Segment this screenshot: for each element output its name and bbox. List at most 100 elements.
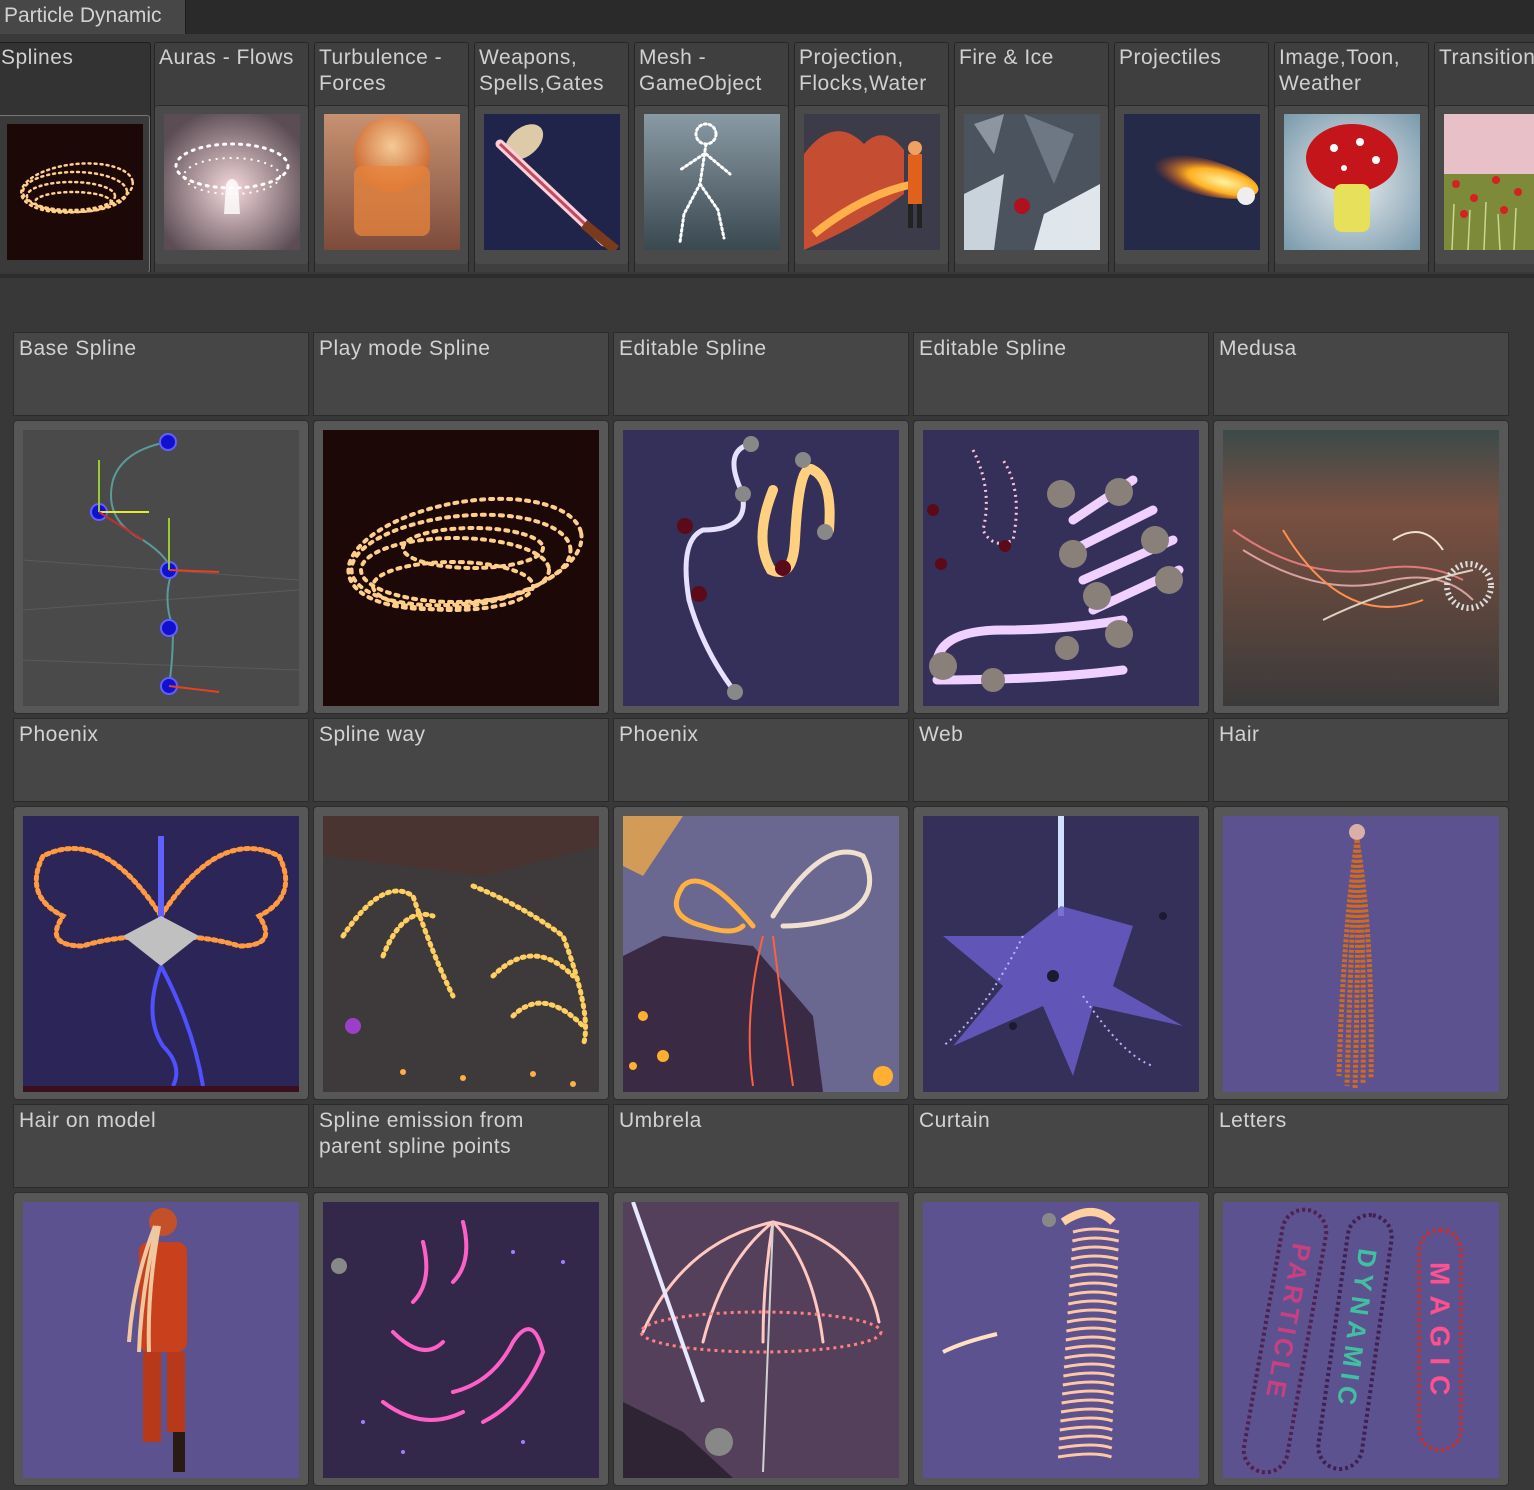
window-tab-particle-dynamic[interactable]: Particle Dynamic bbox=[0, 0, 186, 34]
category-thumbnail-frame bbox=[635, 105, 788, 264]
effect-preview-frame bbox=[913, 1192, 1209, 1486]
category-label: Mesh - GameObject bbox=[639, 46, 762, 95]
medusa-preview bbox=[1223, 430, 1499, 706]
base-spline-preview bbox=[23, 430, 299, 706]
fireball-thumbnail bbox=[1124, 114, 1260, 250]
aura-ring-thumbnail bbox=[164, 114, 300, 250]
effect-curtain[interactable]: Curtain bbox=[913, 1104, 1209, 1490]
flower-field-thumbnail bbox=[1444, 114, 1534, 250]
effect-label: Spline way bbox=[313, 718, 609, 802]
category-label: Projection, Flocks,Water bbox=[799, 46, 927, 95]
ice-shards-thumbnail bbox=[964, 114, 1100, 250]
effect-label: Base Spline bbox=[13, 332, 309, 416]
effect-hair[interactable]: Hair bbox=[1213, 718, 1509, 1104]
effect-preview-frame bbox=[13, 1192, 309, 1486]
category-tab-auras-flows[interactable]: Auras - Flows bbox=[154, 42, 309, 272]
category-thumbnail-frame bbox=[1435, 105, 1534, 264]
effect-preview-frame bbox=[313, 806, 609, 1100]
category-thumbnail-frame bbox=[955, 105, 1108, 264]
effect-preview-frame bbox=[613, 420, 909, 714]
category-label: Projectiles bbox=[1119, 46, 1222, 69]
category-label: Fire & Ice bbox=[959, 46, 1054, 69]
category-toolbar: Splines Auras - Flows Turbulence - Force… bbox=[0, 34, 1534, 272]
effect-label: Play mode Spline bbox=[313, 332, 609, 416]
glowing-sword-thumbnail bbox=[484, 114, 620, 250]
category-thumbnail-frame bbox=[0, 115, 150, 272]
effect-preview-frame bbox=[313, 420, 609, 714]
effect-label: Spline emission from parent spline point… bbox=[313, 1104, 609, 1188]
effect-preview-frame bbox=[1213, 420, 1509, 714]
effect-editable-spline-2[interactable]: Editable Spline bbox=[913, 332, 1209, 718]
category-label: Image,Toon, Weather bbox=[1279, 46, 1401, 95]
window-tab-bar: Particle Dynamic bbox=[0, 0, 1534, 35]
effect-hair-on-model[interactable]: Hair on model bbox=[13, 1104, 309, 1490]
fire-figure-thumbnail bbox=[804, 114, 940, 250]
effect-label: Curtain bbox=[913, 1104, 1209, 1188]
category-thumbnail-frame bbox=[1115, 105, 1268, 264]
category-label: Weapons, Spells,Gates bbox=[479, 46, 605, 95]
effect-letters[interactable]: Letters PARTICLE DYNAMIC MAGIC bbox=[1213, 1104, 1509, 1490]
turbulence-dome-thumbnail bbox=[324, 114, 460, 250]
effect-label: Web bbox=[913, 718, 1209, 802]
effect-base-spline[interactable]: Base Spline bbox=[13, 332, 309, 718]
effect-preview-frame bbox=[13, 806, 309, 1100]
editable-spline-2-preview bbox=[923, 430, 1199, 706]
effect-label: Hair on model bbox=[13, 1104, 309, 1188]
effect-medusa[interactable]: Medusa bbox=[1213, 332, 1509, 718]
curtain-preview bbox=[923, 1202, 1199, 1478]
spline-way-preview bbox=[323, 816, 599, 1092]
effect-phoenix-1[interactable]: Phoenix bbox=[13, 718, 309, 1104]
effect-label: Umbrela bbox=[613, 1104, 909, 1188]
effect-preview-frame bbox=[613, 806, 909, 1100]
category-label: Auras - Flows bbox=[159, 46, 294, 69]
category-tab-transitions[interactable]: Transitions bbox=[1434, 42, 1534, 272]
category-thumbnail-frame bbox=[155, 105, 308, 264]
category-thumbnail-frame bbox=[315, 105, 468, 264]
letters-preview: PARTICLE DYNAMIC MAGIC bbox=[1223, 1202, 1499, 1478]
category-tab-image-toon-weather[interactable]: Image,Toon, Weather bbox=[1274, 42, 1429, 272]
effect-label: Editable Spline bbox=[613, 332, 909, 416]
effect-preview-frame bbox=[13, 420, 309, 714]
web-preview bbox=[923, 816, 1199, 1092]
phoenix-preview bbox=[23, 816, 299, 1092]
phoenix-2-preview bbox=[623, 816, 899, 1092]
category-tab-projectiles[interactable]: Projectiles bbox=[1114, 42, 1269, 272]
category-tab-weapons-spells-gates[interactable]: Weapons, Spells,Gates bbox=[474, 42, 629, 272]
category-thumbnail-frame bbox=[795, 105, 948, 264]
effect-web[interactable]: Web bbox=[913, 718, 1209, 1104]
category-tab-mesh-gameobject[interactable]: Mesh - GameObject bbox=[634, 42, 789, 272]
editable-spline-preview bbox=[623, 430, 899, 706]
spline-emission-preview bbox=[323, 1202, 599, 1478]
effect-phoenix-2[interactable]: Phoenix bbox=[613, 718, 909, 1104]
effect-label: Phoenix bbox=[613, 718, 909, 802]
spline-bowl-thumbnail bbox=[7, 124, 143, 260]
effect-spline-emission-from-parent[interactable]: Spline emission from parent spline point… bbox=[313, 1104, 609, 1490]
category-tab-fire-ice[interactable]: Fire & Ice bbox=[954, 42, 1109, 272]
effect-preview-frame bbox=[913, 420, 1209, 714]
category-tab-turbulence-forces[interactable]: Turbulence - Forces bbox=[314, 42, 469, 272]
effect-label: Medusa bbox=[1213, 332, 1509, 416]
effect-editable-spline-1[interactable]: Editable Spline bbox=[613, 332, 909, 718]
particle-figure-thumbnail bbox=[644, 114, 780, 250]
effect-umbrela[interactable]: Umbrela bbox=[613, 1104, 909, 1490]
effect-preview-frame bbox=[613, 1192, 909, 1486]
category-label: Splines bbox=[1, 46, 74, 69]
effect-label: Letters bbox=[1213, 1104, 1509, 1188]
category-label: Transitions bbox=[1439, 46, 1534, 69]
letters-word-magic: MAGIC bbox=[1425, 1262, 1456, 1405]
play-mode-spline-preview bbox=[323, 430, 599, 706]
category-tab-projection-flocks-water[interactable]: Projection, Flocks,Water bbox=[794, 42, 949, 272]
effect-play-mode-spline[interactable]: Play mode Spline bbox=[313, 332, 609, 718]
effect-label: Phoenix bbox=[13, 718, 309, 802]
mushroom-thumbnail bbox=[1284, 114, 1420, 250]
toolbar-divider bbox=[0, 274, 1534, 278]
hair-preview bbox=[1223, 816, 1499, 1092]
category-tab-splines[interactable]: Splines bbox=[0, 42, 151, 272]
effect-preview-frame bbox=[1213, 806, 1509, 1100]
effect-spline-way[interactable]: Spline way bbox=[313, 718, 609, 1104]
category-thumbnail-frame bbox=[475, 105, 628, 264]
effect-preview-frame: PARTICLE DYNAMIC MAGIC bbox=[1213, 1192, 1509, 1486]
effect-label: Hair bbox=[1213, 718, 1509, 802]
hair-on-model-preview bbox=[23, 1202, 299, 1478]
umbrela-preview bbox=[623, 1202, 899, 1478]
